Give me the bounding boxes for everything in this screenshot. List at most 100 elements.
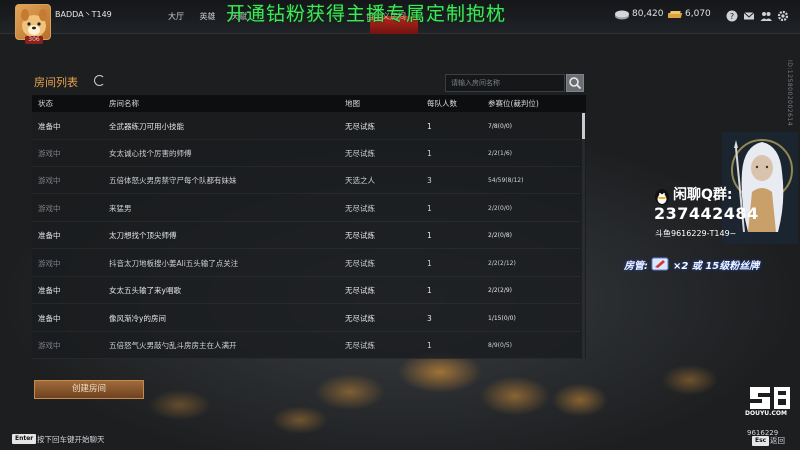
row-status: 游戏中 — [38, 259, 61, 268]
row-room-name: 女太诚心找个厉害的师傅 — [109, 149, 192, 158]
scrollbar-thumb[interactable] — [582, 113, 585, 139]
row-map: 天选之人 — [345, 176, 375, 185]
table-row[interactable]: 游戏中 五倍体怒火男房禁守尸每个队都有妹妹 天选之人 3 54/59(8/12) — [32, 168, 580, 194]
row-map: 无尽试炼 — [345, 204, 375, 213]
rocket-gift-icon — [651, 257, 669, 271]
row-room-name: 来猛男 — [109, 204, 132, 213]
douyu-domain: DOUYU.COM — [745, 410, 787, 417]
row-map: 无尽试炼 — [345, 259, 375, 268]
row-room-name: 抖音太刀地板搜小姜Ali五头输了点关注 — [109, 259, 239, 268]
row-slots: 2/2(2/9) — [488, 287, 512, 294]
row-status: 游戏中 — [38, 341, 61, 350]
row-status: 准备中 — [38, 286, 61, 295]
settings-icon[interactable] — [777, 10, 789, 22]
mail-icon[interactable] — [743, 10, 755, 22]
stream-room-id: 9616229 — [747, 429, 779, 437]
col-slots[interactable]: 参赛位(裁判位) — [488, 95, 539, 112]
table-row[interactable]: 准备中 太刀想找个顶尖师傅 无尽试炼 1 2/2(0/8) — [32, 223, 580, 249]
row-team-size: 3 — [427, 314, 432, 323]
chat-group-number: 237442484 — [654, 204, 759, 223]
col-status[interactable]: 状态 — [38, 95, 53, 112]
row-team-size: 1 — [427, 204, 432, 213]
row-room-name: 像风渐冷y的房间 — [109, 314, 166, 323]
refresh-icon[interactable] — [94, 75, 105, 86]
room-table: 状态 房间名称 地图 每队人数 参赛位(裁判位) 准备中 全武器练刀可用小技能 … — [32, 95, 586, 359]
player-avatar[interactable] — [15, 4, 51, 40]
row-map: 无尽试炼 — [345, 231, 375, 240]
chat-group-label: 闲聊Q群: — [673, 187, 733, 203]
account-id-vertical: ID:1258002002614 — [786, 60, 793, 127]
table-row[interactable]: 游戏中 抖音太刀地板搜小姜Ali五头输了点关注 无尽试炼 1 2/2(2/12) — [32, 251, 580, 277]
row-room-name: 五倍怒气火男敲勺乱斗房房主在人满开 — [109, 341, 237, 350]
fan-note-prefix: 房管: — [624, 261, 648, 272]
table-row[interactable]: 准备中 女太五头输了来y唱歌 无尽试炼 1 2/2(2/9) — [32, 278, 580, 304]
row-room-name: 女太五头输了来y唱歌 — [109, 286, 181, 295]
row-team-size: 1 — [427, 122, 432, 131]
row-map: 无尽试炼 — [345, 286, 375, 295]
row-map: 无尽试炼 — [345, 122, 375, 131]
row-status: 游戏中 — [38, 149, 61, 158]
chat-hint: 按下回车键开始聊天 — [37, 435, 105, 444]
row-team-size: 1 — [427, 286, 432, 295]
row-status: 游戏中 — [38, 176, 61, 185]
table-row[interactable]: 准备中 像风渐冷y的房间 无尽试炼 3 1/15(0/0) — [32, 306, 580, 332]
search-button[interactable] — [566, 74, 584, 92]
fan-note-multiplier: ×2 — [672, 261, 689, 272]
table-row[interactable]: 游戏中 女太诚心找个厉害的师傅 无尽试炼 1 2/2(1/6) — [32, 141, 580, 167]
row-team-size: 1 — [427, 231, 432, 240]
row-status: 准备中 — [38, 231, 61, 240]
room-search-input[interactable] — [445, 74, 565, 92]
top-bar: 306 BADDA丶T149 大厅 英雄 天赋 自定义房间 开通钻粉获得主播专属… — [0, 0, 800, 44]
row-room-name: 太刀想找个顶尖师傅 — [109, 231, 177, 240]
gem-currency-icon — [615, 10, 629, 20]
row-slots: 54/59(8/12) — [488, 177, 524, 184]
level-badge: 306 — [25, 36, 43, 44]
enter-key-icon: Enter — [12, 434, 37, 444]
row-slots: 2/2(0/0) — [488, 205, 512, 212]
esc-key-icon: Esc — [752, 436, 770, 446]
promo-banner-text: 开通钻粉获得主播专属定制抱枕 — [226, 3, 507, 25]
row-team-size: 1 — [427, 149, 432, 158]
col-team-size[interactable]: 每队人数 — [427, 95, 457, 112]
table-row[interactable]: 准备中 全武器练刀可用小技能 无尽试炼 1 7/8(0/0) — [32, 114, 580, 140]
row-team-size: 3 — [427, 176, 432, 185]
row-status: 准备中 — [38, 314, 61, 323]
row-team-size: 1 — [427, 259, 432, 268]
row-team-size: 1 — [427, 341, 432, 350]
table-scrollbar[interactable] — [582, 113, 585, 359]
gem-amount: 80,420 — [632, 9, 664, 19]
row-map: 无尽试炼 — [345, 149, 375, 158]
row-status: 准备中 — [38, 122, 61, 131]
row-slots: 1/15(0/0) — [488, 315, 516, 322]
col-map[interactable]: 地图 — [345, 95, 360, 112]
stream-room-tag: 斗鱼9616229-T149~ — [655, 229, 737, 238]
svg-text:?: ? — [730, 12, 734, 21]
col-room-name[interactable]: 房间名称 — [109, 95, 139, 112]
help-icon[interactable]: ? — [726, 10, 738, 22]
row-slots: 2/2(1/6) — [488, 150, 512, 157]
row-map: 无尽试炼 — [345, 314, 375, 323]
row-room-name: 五倍体怒火男房禁守尸每个队都有妹妹 — [109, 176, 237, 185]
row-slots: 2/2(0/8) — [488, 232, 512, 239]
row-slots: 2/2(2/12) — [488, 260, 516, 267]
row-map: 无尽试炼 — [345, 341, 375, 350]
table-row[interactable]: 游戏中 来猛男 无尽试炼 1 2/2(0/0) — [32, 196, 580, 222]
room-list-title: 房间列表 — [34, 76, 78, 89]
search-icon — [569, 77, 582, 90]
create-room-button[interactable]: 创建房间 — [34, 380, 144, 399]
gold-currency-icon — [668, 11, 683, 18]
row-status: 游戏中 — [38, 204, 61, 213]
table-header: 状态 房间名称 地图 每队人数 参赛位(裁判位) — [32, 95, 586, 112]
moderator-requirement: 房管: ×2 或 15级粉丝牌 — [624, 257, 759, 272]
friends-icon[interactable] — [760, 10, 772, 22]
player-name: BADDA丶T149 — [55, 10, 112, 19]
row-room-name: 全武器练刀可用小技能 — [109, 122, 184, 131]
nav-lobby[interactable]: 大厅 — [168, 11, 184, 22]
fan-note-suffix: 或 15级粉丝牌 — [691, 261, 760, 272]
row-slots: 8/9(0/5) — [488, 342, 512, 349]
table-row[interactable]: 游戏中 五倍怒气火男敲勺乱斗房房主在人满开 无尽试炼 1 8/9(0/5) — [32, 333, 580, 359]
gold-amount: 6,070 — [685, 9, 711, 19]
dog-avatar-icon — [21, 9, 47, 37]
nav-heroes[interactable]: 英雄 — [200, 11, 216, 22]
row-slots: 7/8(0/0) — [488, 123, 512, 130]
